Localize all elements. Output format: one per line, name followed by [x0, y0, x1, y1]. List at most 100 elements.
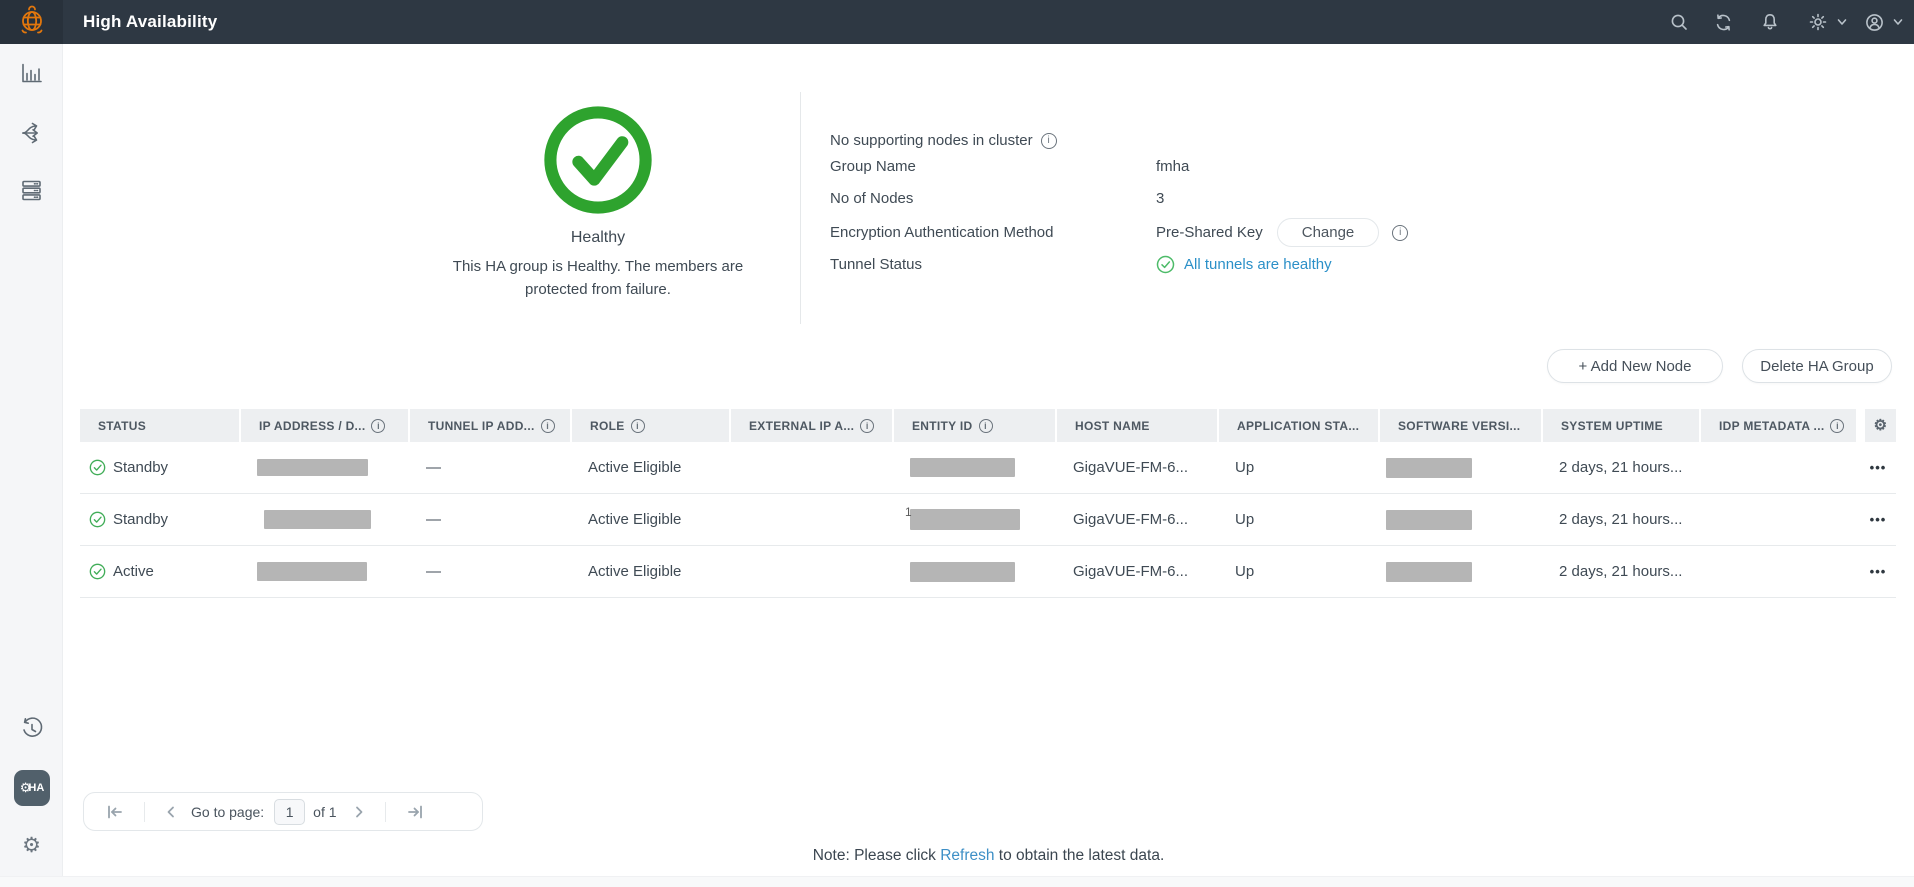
role-cell: Active Eligible: [570, 494, 729, 545]
idp-metadata-cell: [1699, 494, 1856, 545]
table-row: Standby — Active Eligible 1 GigaVUE-FM-6…: [80, 494, 1896, 546]
ha-label: HA: [28, 782, 44, 794]
history-clock-icon: [19, 716, 45, 747]
info-icon[interactable]: i: [860, 419, 874, 433]
column-settings-button[interactable]: ⚙: [1856, 409, 1896, 442]
search-icon[interactable]: [1669, 12, 1689, 32]
row-actions-cell: •••: [1856, 546, 1896, 597]
ip-address-cell: [239, 494, 408, 545]
info-icon[interactable]: i: [1041, 133, 1057, 149]
sidebar-item-traffic[interactable]: [0, 120, 63, 151]
pagination-bar: Go to page: of 1: [83, 792, 483, 831]
external-ip-cell: [729, 494, 892, 545]
row-menu-ellipsis-icon[interactable]: •••: [1866, 512, 1887, 527]
idp-metadata-cell: [1699, 442, 1856, 493]
health-status-description: This HA group is Healthy. The members ar…: [428, 255, 768, 301]
page-number-input[interactable]: [274, 799, 305, 825]
health-summary: Healthy This HA group is Healthy. The me…: [428, 104, 768, 301]
top-bar: High Availability: [0, 0, 1914, 44]
cluster-note-text: No supporting nodes in cluster: [830, 132, 1033, 149]
group-name-row: Group Name fmha: [830, 158, 1189, 175]
delete-ha-group-button[interactable]: Delete HA Group: [1742, 349, 1892, 383]
col-system-uptime[interactable]: SYSTEM UPTIME: [1541, 409, 1699, 442]
col-entity-id[interactable]: ENTITY IDi: [892, 409, 1055, 442]
sidebar-item-settings[interactable]: ⚙: [0, 835, 63, 856]
user-chevron-down-icon[interactable]: [1892, 16, 1904, 28]
entity-id-cell: [892, 442, 1055, 493]
app-logo[interactable]: [0, 0, 63, 44]
col-external-ip[interactable]: EXTERNAL IP A...i: [729, 409, 892, 442]
software-version-cell: [1378, 494, 1541, 545]
info-icon[interactable]: i: [1392, 225, 1408, 241]
refresh-link[interactable]: Refresh: [940, 847, 994, 864]
add-new-node-button[interactable]: + Add New Node: [1547, 349, 1723, 383]
ip-address-cell: [239, 442, 408, 493]
tunnel-ip-cell: —: [408, 442, 570, 493]
high-availability-page: High Availability: [0, 0, 1914, 887]
redacted-value: [1386, 510, 1472, 530]
info-icon[interactable]: i: [979, 419, 993, 433]
col-status[interactable]: STATUS: [80, 409, 239, 442]
role-cell: Active Eligible: [570, 546, 729, 597]
col-application-status[interactable]: APPLICATION STA...: [1217, 409, 1378, 442]
user-avatar-icon[interactable]: [1864, 12, 1885, 33]
partial-text: 1: [905, 505, 912, 519]
theme-sun-icon[interactable]: [1808, 12, 1828, 32]
last-page-icon[interactable]: [406, 804, 424, 820]
entity-id-cell: 1: [892, 494, 1055, 545]
tunnel-status-link[interactable]: All tunnels are healthy: [1184, 256, 1332, 273]
page-title: High Availability: [83, 12, 217, 32]
group-name-value: fmha: [1156, 158, 1189, 175]
col-idp-metadata[interactable]: IDP METADATA ...i: [1699, 409, 1856, 442]
table-row: Standby — Active Eligible GigaVUE-FM-6..…: [80, 442, 1896, 494]
theme-chevron-down-icon[interactable]: [1836, 16, 1848, 28]
col-role[interactable]: ROLEi: [570, 409, 729, 442]
tunnel-ip-cell: —: [408, 494, 570, 545]
change-key-button[interactable]: Change: [1277, 218, 1380, 247]
sidebar-item-high-availability-active[interactable]: ⚙ HA: [14, 770, 50, 806]
host-name-cell: GigaVUE-FM-6...: [1055, 442, 1217, 493]
tunnel-status-row: Tunnel Status All tunnels are healthy: [830, 255, 1332, 274]
encryption-row: Encryption Authentication Method Pre-Sha…: [830, 218, 1408, 247]
row-menu-ellipsis-icon[interactable]: •••: [1866, 460, 1887, 475]
col-ip-address[interactable]: IP ADDRESS / D...i: [239, 409, 408, 442]
sidebar-item-inventory[interactable]: [0, 178, 63, 208]
cluster-note-row: No supporting nodes in cluster i: [830, 132, 1057, 149]
status-ok-icon: [89, 563, 106, 580]
sidebar-item-dashboard[interactable]: [0, 61, 63, 91]
col-software-version[interactable]: SOFTWARE VERSI...: [1378, 409, 1541, 442]
column-settings-gear-icon: ⚙: [1874, 418, 1888, 433]
info-icon[interactable]: i: [541, 419, 555, 433]
status-ok-icon: [89, 511, 106, 528]
next-page-icon[interactable]: [353, 805, 365, 819]
info-icon[interactable]: i: [371, 419, 385, 433]
application-status-cell: Up: [1217, 546, 1378, 597]
row-actions-cell: •••: [1856, 442, 1896, 493]
notifications-bell-icon[interactable]: [1760, 12, 1780, 32]
pagination-divider: [385, 802, 386, 822]
bottom-scrollbar-track: [0, 876, 1914, 887]
vertical-divider: [800, 92, 801, 324]
ip-address-cell: [239, 546, 408, 597]
table-row: Active — Active Eligible GigaVUE-FM-6...…: [80, 546, 1896, 598]
refresh-icon[interactable]: [1713, 12, 1734, 33]
healthy-check-icon: [542, 104, 654, 221]
sidebar-item-history[interactable]: [0, 716, 63, 747]
info-icon[interactable]: i: [1830, 419, 1844, 433]
main-content: Healthy This HA group is Healthy. The me…: [63, 44, 1914, 876]
tunnel-healthy-check-icon: [1156, 255, 1175, 274]
col-host-name[interactable]: HOST NAME: [1055, 409, 1217, 442]
go-to-page-label: Go to page:: [191, 804, 264, 820]
traffic-split-arrows-icon: [19, 120, 45, 151]
topbar-actions: [1669, 0, 1904, 44]
first-page-icon[interactable]: [106, 804, 124, 820]
entity-id-cell: [892, 546, 1055, 597]
encryption-label: Encryption Authentication Method: [830, 224, 1156, 241]
redacted-value: [910, 562, 1015, 582]
system-uptime-cell: 2 days, 21 hours...: [1541, 442, 1699, 493]
gigamon-logo-icon: [15, 3, 49, 42]
previous-page-icon[interactable]: [165, 805, 177, 819]
col-tunnel-ip[interactable]: TUNNEL IP ADD...i: [408, 409, 570, 442]
row-menu-ellipsis-icon[interactable]: •••: [1866, 564, 1887, 579]
info-icon[interactable]: i: [631, 419, 645, 433]
